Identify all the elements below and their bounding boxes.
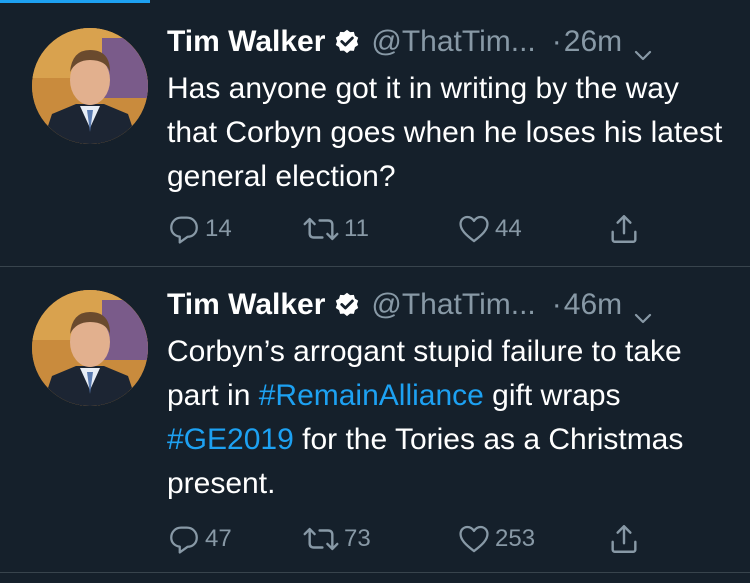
retweet-icon (302, 522, 340, 556)
tweet-text-part: Has anyone got it in writing by the way … (167, 72, 723, 193)
like-button[interactable]: 253 (457, 522, 535, 556)
tweet-text: Has anyone got it in writing by the way … (167, 67, 727, 199)
hashtag-link[interactable]: #RemainAlliance (259, 379, 484, 412)
like-button[interactable]: 44 (457, 212, 522, 246)
separator: · (551, 25, 562, 58)
reply-count: 14 (205, 215, 232, 242)
avatar[interactable] (32, 28, 148, 144)
retweet-button[interactable]: 11 (302, 212, 369, 246)
display-name[interactable]: Tim Walker (167, 25, 325, 59)
separator: · (551, 288, 562, 321)
share-button[interactable] (607, 212, 641, 246)
heart-icon (457, 212, 491, 246)
retweet-count: 11 (344, 215, 369, 242)
avatar[interactable] (32, 290, 148, 406)
tweet-header: Tim Walker @ThatTim... · 46m (167, 287, 652, 324)
verified-icon (333, 28, 361, 56)
tweet-actions: 14 11 44 (167, 212, 647, 246)
retweet-icon (302, 212, 340, 246)
reply-count: 47 (205, 525, 232, 552)
retweet-button[interactable]: 73 (302, 522, 371, 556)
verified-icon (333, 291, 361, 319)
chevron-down-icon[interactable] (634, 36, 652, 61)
handle[interactable]: @ThatTim... (371, 25, 535, 59)
like-count: 253 (495, 525, 536, 552)
share-icon (607, 212, 641, 246)
tweet-header: Tim Walker @ThatTim... · 26m (167, 24, 652, 61)
timestamp[interactable]: 26m (564, 25, 622, 59)
share-button[interactable] (607, 522, 641, 556)
tweet-actions: 47 73 253 (167, 522, 647, 556)
display-name[interactable]: Tim Walker (167, 288, 325, 322)
reply-icon (167, 212, 201, 246)
share-icon (607, 522, 641, 556)
retweet-count: 73 (344, 525, 371, 552)
timestamp[interactable]: 46m (564, 288, 622, 322)
handle[interactable]: @ThatTim... (371, 288, 535, 322)
reply-button[interactable]: 47 (167, 522, 232, 556)
tweet-text-part: gift wraps (483, 379, 621, 412)
tweet[interactable]: Tim Walker @ThatTim... · 46m Corbyn’s ar… (0, 267, 750, 573)
tweet[interactable]: Tim Walker @ThatTim... · 26m Has anyone … (0, 0, 750, 267)
tweet-text: Corbyn’s arrogant stupid failure to take… (167, 330, 727, 506)
reply-icon (167, 522, 201, 556)
hashtag-link[interactable]: #GE2019 (167, 423, 294, 456)
reply-button[interactable]: 14 (167, 212, 232, 246)
like-count: 44 (495, 215, 522, 242)
heart-icon (457, 522, 491, 556)
chevron-down-icon[interactable] (634, 299, 652, 324)
